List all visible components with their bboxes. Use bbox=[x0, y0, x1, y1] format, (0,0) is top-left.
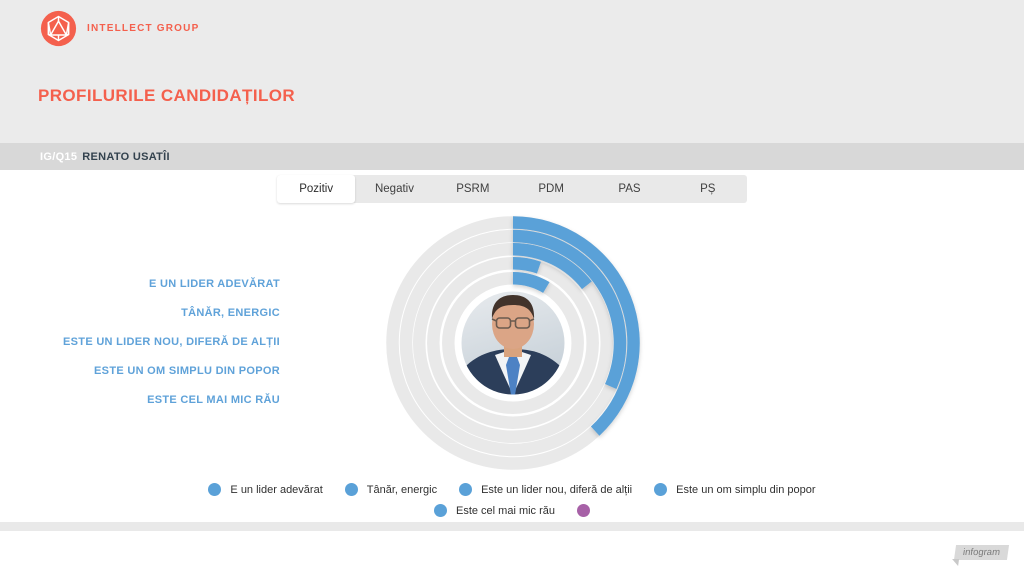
radial-chart bbox=[373, 203, 653, 483]
legend-dot-icon bbox=[654, 483, 667, 496]
legend-row-2: Este cel mai mic rău bbox=[0, 504, 1024, 517]
legend-dot-icon bbox=[577, 504, 590, 517]
tab-negativ[interactable]: Negativ bbox=[355, 175, 433, 203]
legend-item: Este un lider nou, diferă de alții bbox=[459, 483, 632, 496]
tab-psrm[interactable]: PSRM bbox=[434, 175, 512, 203]
candidate-name: RENATO USATÎI bbox=[82, 151, 170, 163]
bottom-divider bbox=[0, 522, 1024, 531]
legend-item: Este cel mai mic rău bbox=[434, 504, 555, 517]
brand: INTELLECT GROUP bbox=[40, 10, 199, 47]
legend-dot-icon bbox=[459, 483, 472, 496]
axis-labels: E UN LIDER ADEVĂRATTÂNĂR, ENERGICESTE UN… bbox=[0, 270, 280, 415]
legend-label: Tânăr, energic bbox=[367, 484, 437, 496]
tab-pș[interactable]: PȘ bbox=[669, 175, 747, 203]
legend-item: E un lider adevărat bbox=[208, 483, 322, 496]
tab-pozitiv[interactable]: Pozitiv bbox=[277, 175, 355, 203]
axis-label: ESTE UN LIDER NOU, DIFERĂ DE ALȚII bbox=[0, 328, 280, 357]
axis-label: TÂNĂR, ENERGIC bbox=[0, 299, 280, 328]
legend-item: Tânăr, energic bbox=[345, 483, 437, 496]
infogram-badge[interactable]: infogram bbox=[954, 545, 1009, 560]
question-code: IG/Q15 bbox=[40, 151, 77, 163]
candidate-photo bbox=[461, 291, 565, 395]
page-title: PROFILURILE CANDIDAȚILOR bbox=[38, 86, 295, 106]
legend-label: E un lider adevărat bbox=[230, 484, 322, 496]
legend-dot-icon bbox=[208, 483, 221, 496]
legend-row-1: E un lider adevărat Tânăr, energic Este un… bbox=[0, 483, 1024, 496]
legend-label: Este un om simplu din popor bbox=[676, 484, 815, 496]
tab-pas[interactable]: PAS bbox=[590, 175, 668, 203]
legend-dot-icon bbox=[345, 483, 358, 496]
legend-item: Este un om simplu din popor bbox=[654, 483, 815, 496]
tab-bar: PozitivNegativPSRMPDMPASPȘ bbox=[277, 175, 747, 203]
value-arc bbox=[513, 263, 539, 267]
intellect-group-logo-icon bbox=[40, 10, 77, 47]
legend-item bbox=[577, 504, 590, 517]
value-arc bbox=[513, 278, 546, 287]
axis-label: E UN LIDER ADEVĂRAT bbox=[0, 270, 280, 299]
axis-label: ESTE CEL MAI MIC RĂU bbox=[0, 386, 280, 415]
legend-label: Este cel mai mic rău bbox=[456, 505, 555, 517]
legend-label: Este un lider nou, diferă de alții bbox=[481, 484, 632, 496]
tab-pdm[interactable]: PDM bbox=[512, 175, 590, 203]
infogram-page: INTELLECT GROUP PROFILURILE CANDIDAȚILOR… bbox=[0, 0, 1024, 575]
legend-dot-icon bbox=[434, 504, 447, 517]
subject-bar: IG/Q15 RENATO USATÎI bbox=[0, 143, 1024, 170]
brand-name: INTELLECT GROUP bbox=[87, 23, 199, 34]
axis-label: ESTE UN OM SIMPLU DIN POPOR bbox=[0, 357, 280, 386]
header-section: INTELLECT GROUP PROFILURILE CANDIDAȚILOR bbox=[0, 0, 1024, 143]
